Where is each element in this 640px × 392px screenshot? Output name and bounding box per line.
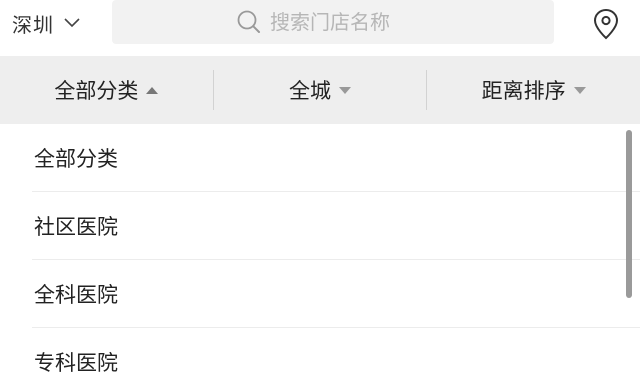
list-item-label: 全部分类 (34, 147, 118, 171)
filter-area[interactable]: 全城 (214, 56, 427, 124)
top-bar: 深圳 (0, 0, 640, 50)
search-icon (237, 10, 260, 33)
list-item[interactable]: 专科医院 (0, 328, 640, 392)
caret-down-icon (573, 86, 586, 94)
scrollbar[interactable] (626, 130, 632, 298)
search-input[interactable] (270, 10, 430, 34)
city-label: 深圳 (12, 12, 54, 37)
chevron-down-icon (64, 18, 80, 28)
list-item[interactable]: 全科医院 (0, 260, 640, 328)
caret-down-icon (339, 86, 351, 94)
filter-bar: 全部分类 全城 距离排序 (0, 56, 640, 124)
filter-sort[interactable]: 距离排序 (427, 56, 640, 124)
list-item[interactable]: 社区医院 (0, 192, 640, 260)
city-selector[interactable]: 深圳 (12, 6, 80, 40)
list-item-label: 专科医院 (34, 351, 118, 375)
search-box[interactable] (112, 0, 554, 44)
caret-up-icon (146, 86, 159, 94)
list-item-label: 全科医院 (34, 283, 118, 307)
filter-area-label: 全城 (289, 79, 331, 103)
list-item[interactable]: 全部分类 (0, 124, 640, 192)
category-dropdown-list: 全部分类 社区医院 全科医院 专科医院 (0, 124, 640, 392)
filter-category[interactable]: 全部分类 (0, 56, 213, 124)
filter-sort-label: 距离排序 (481, 79, 566, 103)
list-item-label: 社区医院 (34, 215, 118, 239)
location-pin-icon[interactable] (592, 8, 620, 40)
filter-category-label: 全部分类 (54, 79, 139, 103)
